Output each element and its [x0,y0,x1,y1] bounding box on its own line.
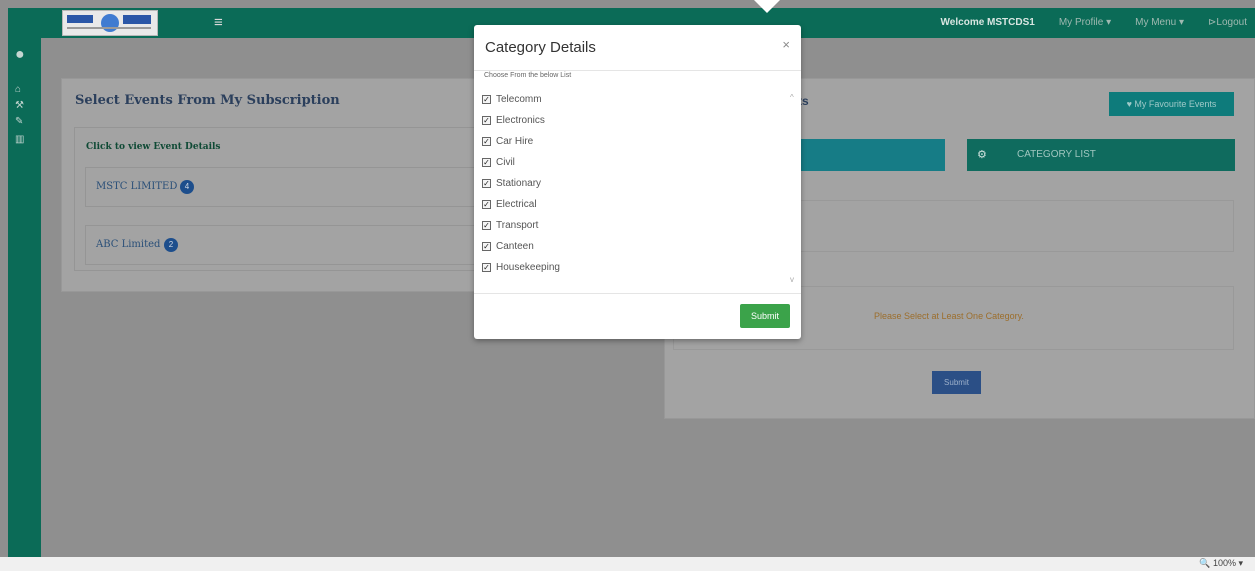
welcome-text: Welcome MSTCDS1 [940,17,1035,28]
scroll-up-icon[interactable]: ^ [790,93,794,102]
user-icon[interactable]: ● [15,46,25,64]
browser-status-bar: 🔍 100% ▾ [0,557,1255,571]
hamburger-icon[interactable]: ≡ [214,15,223,30]
favourite-events-button[interactable]: ♥ My Favourite Events [1109,92,1234,116]
close-icon[interactable]: × [782,37,790,52]
checkbox[interactable]: ✓ [482,178,491,188]
chart-icon[interactable]: ▥ [15,134,24,145]
my-menu-dropdown[interactable]: My Menu ▾ [1135,17,1184,28]
category-civil[interactable]: ✓ Civil [482,154,515,170]
modal-submit-button[interactable]: Submit [740,304,790,328]
category-transport[interactable]: ✓ Transport [482,217,538,233]
count-badge: 4 [180,180,194,194]
checkbox[interactable]: ✓ [482,115,491,125]
category-electrical[interactable]: ✓ Electrical [482,196,537,212]
choose-label: Choose From the below List [484,72,572,79]
submit-button[interactable]: Submit [932,371,981,394]
count-badge: 2 [164,238,178,252]
checkbox[interactable]: ✓ [482,220,491,230]
edit-icon[interactable]: ✎ [15,116,23,127]
divider [474,70,801,71]
list-item[interactable]: ABC Limited 2 [85,225,505,265]
category-details-modal: Category Details × Choose From the below… [474,25,801,339]
mstc-logo[interactable] [62,10,158,36]
checkbox[interactable]: ✓ [482,136,491,146]
category-canteen[interactable]: ✓ Canteen [482,238,534,254]
home-icon[interactable]: ⌂ [15,84,21,95]
modal-title: Category Details [485,39,596,56]
subscription-title: Select Events From My Subscription [75,93,340,108]
category-housekeeping[interactable]: ✓ Housekeeping [482,259,560,275]
click-events-label: Click to view Event Details [86,142,221,152]
zoom-level[interactable]: 🔍 100% ▾ [1199,558,1243,569]
category-list-tab[interactable]: ⚙ CATEGORY LIST [967,139,1235,171]
checkbox[interactable]: ✓ [482,199,491,209]
org-name: ABC Limited [96,239,161,250]
checkbox[interactable]: ✓ [482,262,491,272]
left-sidebar: ● ⌂ ⚒ ✎ ▥ [8,38,41,557]
category-warning-text: Please Select at Least One Category. [874,311,1024,321]
checkbox[interactable]: ✓ [482,241,491,251]
category-list: ✓ Telecomm ✓ Electronics ✓ Car Hire ✓ Civil … [482,91,791,287]
checkbox[interactable]: ✓ [482,157,491,167]
scroll-down-icon[interactable]: v [790,275,794,284]
my-profile-menu[interactable]: My Profile ▾ [1059,17,1111,28]
dropdown-caret [754,0,780,13]
org-name: MSTC LIMITED [96,181,178,192]
gavel-icon[interactable]: ⚒ [15,100,24,111]
nav-right-menu: Welcome MSTCDS1 My Profile ▾ My Menu ▾ ⊳… [941,17,1247,28]
category-list-label: CATEGORY LIST [1017,149,1096,160]
divider [474,293,801,294]
gears-icon: ⚙ [977,149,987,161]
list-item[interactable]: MSTC LIMITED 4 [85,167,505,207]
category-car-hire[interactable]: ✓ Car Hire [482,133,533,149]
category-electronics[interactable]: ✓ Electronics [482,112,545,128]
checkbox[interactable]: ✓ [482,94,491,104]
logout-link[interactable]: ⊳Logout [1208,17,1247,28]
category-telecomm[interactable]: ✓ Telecomm [482,91,542,107]
category-stationary[interactable]: ✓ Stationary [482,175,541,191]
